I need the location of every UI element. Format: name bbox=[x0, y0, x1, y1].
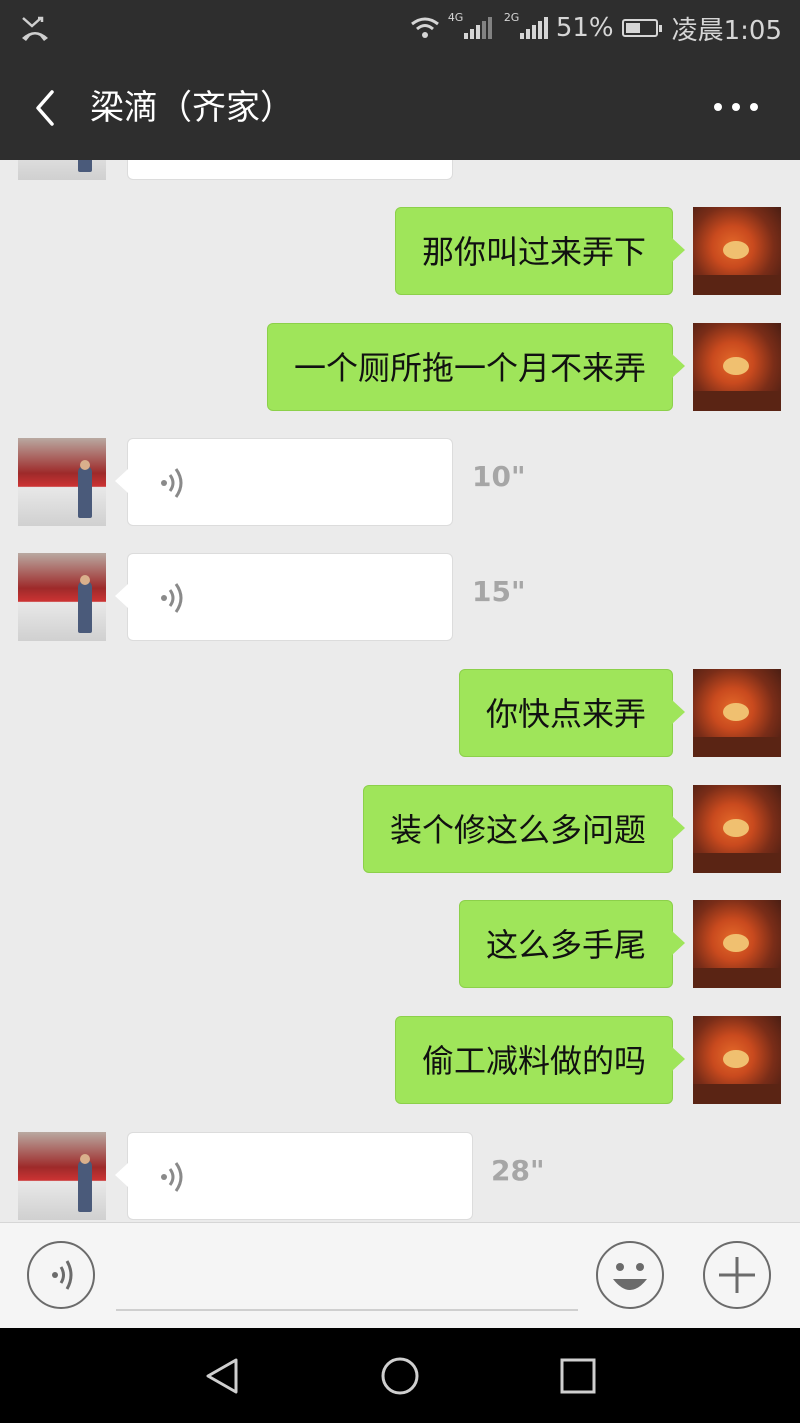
emoji-button[interactable] bbox=[596, 1241, 664, 1309]
contact-avatar[interactable] bbox=[18, 438, 106, 526]
battery-percent: 51% bbox=[555, 13, 614, 43]
system-nav-bar bbox=[0, 1328, 800, 1423]
voice-duration: 15" bbox=[472, 575, 526, 608]
status-bar: 4G 2G 51% 凌晨1:05 bbox=[0, 0, 800, 56]
contact-avatar[interactable] bbox=[18, 553, 106, 641]
message-bubble-outgoing[interactable]: 这么多手尾 bbox=[458, 900, 686, 988]
voice-wave-icon bbox=[161, 1162, 183, 1192]
my-avatar[interactable] bbox=[693, 785, 781, 873]
message-bubble-partial[interactable] bbox=[127, 160, 453, 180]
my-avatar[interactable] bbox=[693, 900, 781, 988]
input-bar bbox=[0, 1222, 800, 1329]
wifi-icon bbox=[410, 17, 439, 38]
my-avatar[interactable] bbox=[693, 1016, 781, 1104]
my-avatar[interactable] bbox=[693, 323, 781, 411]
chat-title: 梁滴（齐家） bbox=[90, 88, 294, 128]
message-bubble-outgoing[interactable]: 装个修这么多问题 bbox=[362, 785, 686, 873]
nav-back-icon[interactable] bbox=[200, 1354, 244, 1398]
signal-2g-icon: 2G bbox=[504, 11, 548, 39]
clock: 凌晨1:05 bbox=[671, 15, 782, 46]
message-bubble-outgoing[interactable]: 偷工减料做的吗 bbox=[394, 1016, 686, 1104]
chat-area[interactable]: 那你叫过来弄下 一个厕所拖一个月不来弄 10" 15" 你快点来弄 装个修这么多… bbox=[0, 160, 800, 1222]
voice-message-bubble[interactable] bbox=[115, 553, 453, 641]
message-bubble-outgoing[interactable]: 你快点来弄 bbox=[458, 669, 686, 757]
voice-duration: 10" bbox=[472, 460, 526, 493]
contact-avatar[interactable] bbox=[18, 1132, 106, 1220]
message-bubble-outgoing[interactable]: 一个厕所拖一个月不来弄 bbox=[266, 323, 686, 411]
voice-toggle-icon bbox=[52, 1260, 73, 1290]
chat-header: 梁滴（齐家） bbox=[0, 56, 800, 160]
message-bubble-outgoing[interactable]: 那你叫过来弄下 bbox=[394, 207, 686, 295]
my-avatar[interactable] bbox=[693, 207, 781, 295]
my-avatar[interactable] bbox=[693, 669, 781, 757]
plus-button[interactable] bbox=[703, 1241, 771, 1309]
back-arrow-icon[interactable] bbox=[28, 86, 68, 130]
nav-recents-icon[interactable] bbox=[556, 1354, 600, 1398]
signal-4g-icon: 4G bbox=[448, 11, 492, 39]
voice-toggle-button[interactable] bbox=[27, 1241, 95, 1309]
voice-wave-icon bbox=[161, 468, 183, 498]
voice-message-bubble[interactable] bbox=[115, 1132, 473, 1220]
plus-icon bbox=[719, 1257, 755, 1293]
more-options-icon[interactable] bbox=[714, 96, 758, 118]
battery-icon bbox=[621, 19, 662, 37]
message-input[interactable] bbox=[116, 1309, 578, 1311]
voice-message-bubble[interactable] bbox=[115, 438, 453, 526]
emoji-icon bbox=[613, 1263, 647, 1290]
missed-call-icon bbox=[22, 16, 48, 41]
nav-home-icon[interactable] bbox=[378, 1354, 422, 1398]
voice-wave-icon bbox=[161, 583, 183, 613]
contact-avatar[interactable] bbox=[18, 160, 106, 180]
voice-duration: 28" bbox=[491, 1154, 545, 1187]
